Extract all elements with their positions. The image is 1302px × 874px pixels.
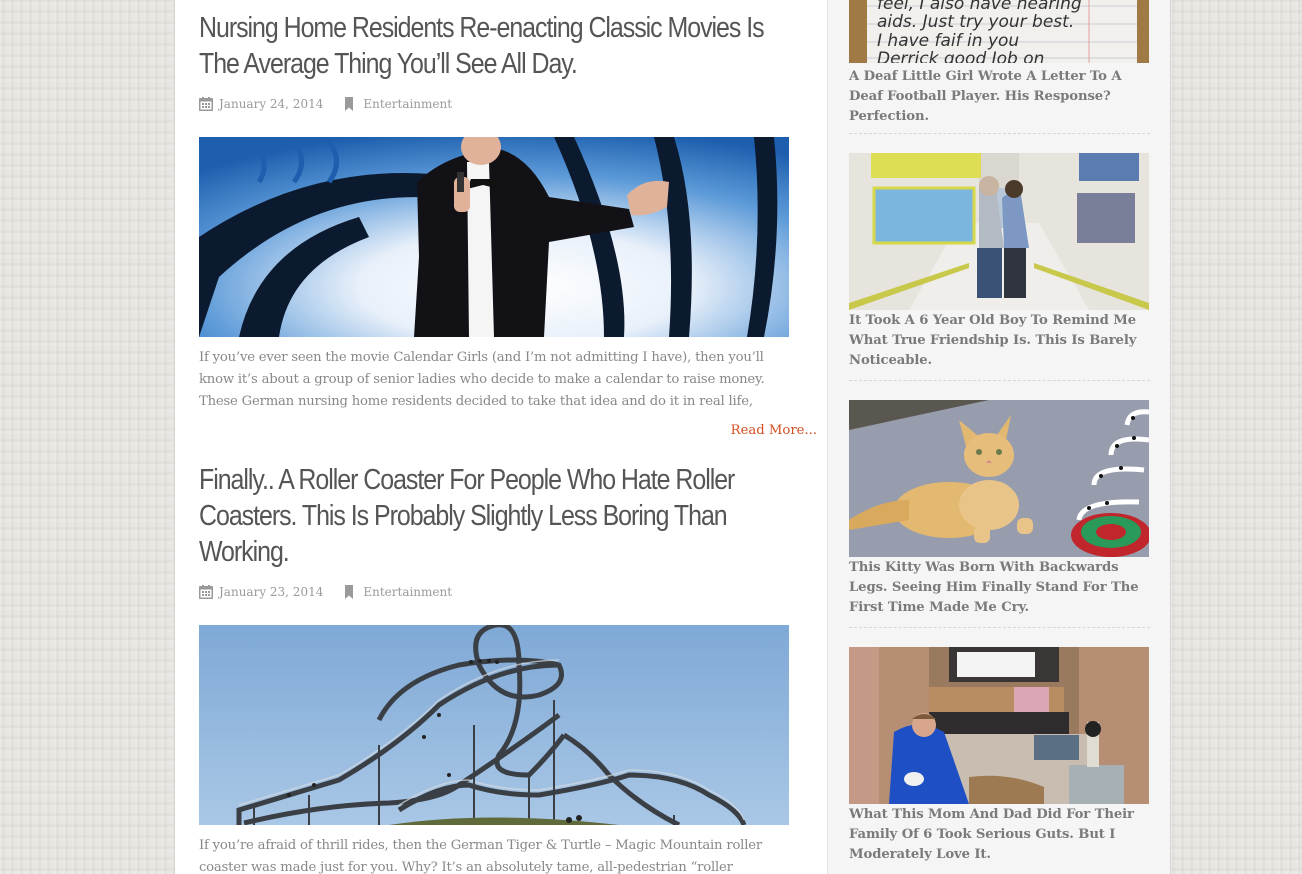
post-title-link[interactable]: Nursing Home Residents Re-enacting Class…	[199, 10, 805, 82]
post-date: January 24, 2014	[219, 97, 324, 111]
sidebar-divider	[849, 627, 1150, 628]
sidebar-post-thumbnail-image	[849, 153, 1149, 310]
post-thumbnail-image	[199, 137, 789, 337]
main-content: Nursing Home Residents Re-enacting Class…	[175, 0, 828, 874]
sidebar-post-title-link[interactable]: This Kitty Was Born With Backwards Legs.…	[849, 558, 1150, 618]
post-thumbnail-link[interactable]	[199, 137, 789, 337]
sidebar-post-thumbnail-link[interactable]	[849, 153, 1149, 310]
letter-line: aids. Just try your best.	[877, 12, 1074, 32]
post-thumbnail-image	[199, 625, 789, 825]
sidebar-divider	[849, 133, 1150, 134]
sidebar-post-item: This Kitty Was Born With Backwards Legs.…	[849, 400, 1150, 618]
post-category-link[interactable]: Entertainment	[363, 585, 452, 599]
bookmark-icon	[345, 585, 354, 599]
post-date: January 23, 2014	[219, 585, 324, 599]
post-thumbnail-link[interactable]	[199, 625, 789, 825]
bookmark-icon	[345, 97, 354, 111]
page-wrapper: Nursing Home Residents Re-enacting Class…	[174, 0, 1171, 874]
calendar-icon	[199, 97, 213, 111]
post-title-link[interactable]: Finally.. A Roller Coaster For People Wh…	[199, 462, 805, 570]
sidebar-post-thumbnail-image: feel, I also have hearing aids. Just try…	[849, 0, 1149, 63]
post-article: Finally.. A Roller Coaster For People Wh…	[199, 462, 805, 874]
sidebar-post-thumbnail-image	[849, 400, 1149, 557]
letter-line: I have faif in you	[877, 31, 1019, 51]
sidebar: feel, I also have hearing aids. Just try…	[828, 0, 1170, 874]
sidebar-post-thumbnail-link[interactable]	[849, 647, 1149, 804]
post-meta: January 23, 2014 Entertainment	[199, 584, 452, 600]
sidebar-post-title-link[interactable]: A Deaf Little Girl Wrote A Letter To A D…	[849, 67, 1150, 127]
sidebar-post-thumbnail-link[interactable]: feel, I also have hearing aids. Just try…	[849, 0, 1149, 63]
read-more-link[interactable]: Read More...	[731, 423, 817, 438]
post-article: Nursing Home Residents Re-enacting Class…	[199, 10, 817, 438]
calendar-icon	[199, 585, 213, 599]
sidebar-post-item: It Took A 6 Year Old Boy To Remind Me Wh…	[849, 153, 1150, 371]
post-excerpt: If you’re afraid of thrill rides, then t…	[199, 838, 762, 874]
sidebar-divider	[849, 380, 1150, 381]
post-meta: January 24, 2014 Entertainment	[199, 96, 452, 112]
sidebar-post-title-link[interactable]: What This Mom And Dad Did For Their Fami…	[849, 805, 1150, 865]
letter-line: Derrick good Job on	[877, 49, 1044, 63]
post-category-link[interactable]: Entertainment	[363, 97, 452, 111]
sidebar-post-thumbnail-link[interactable]	[849, 400, 1149, 557]
sidebar-post-title-link[interactable]: It Took A 6 Year Old Boy To Remind Me Wh…	[849, 311, 1150, 371]
sidebar-post-thumbnail-image	[849, 647, 1149, 804]
sidebar-post-item: What This Mom And Dad Did For Their Fami…	[849, 647, 1150, 865]
sidebar-post-item: feel, I also have hearing aids. Just try…	[849, 0, 1150, 127]
post-excerpt: If you’ve ever seen the movie Calendar G…	[199, 350, 765, 409]
